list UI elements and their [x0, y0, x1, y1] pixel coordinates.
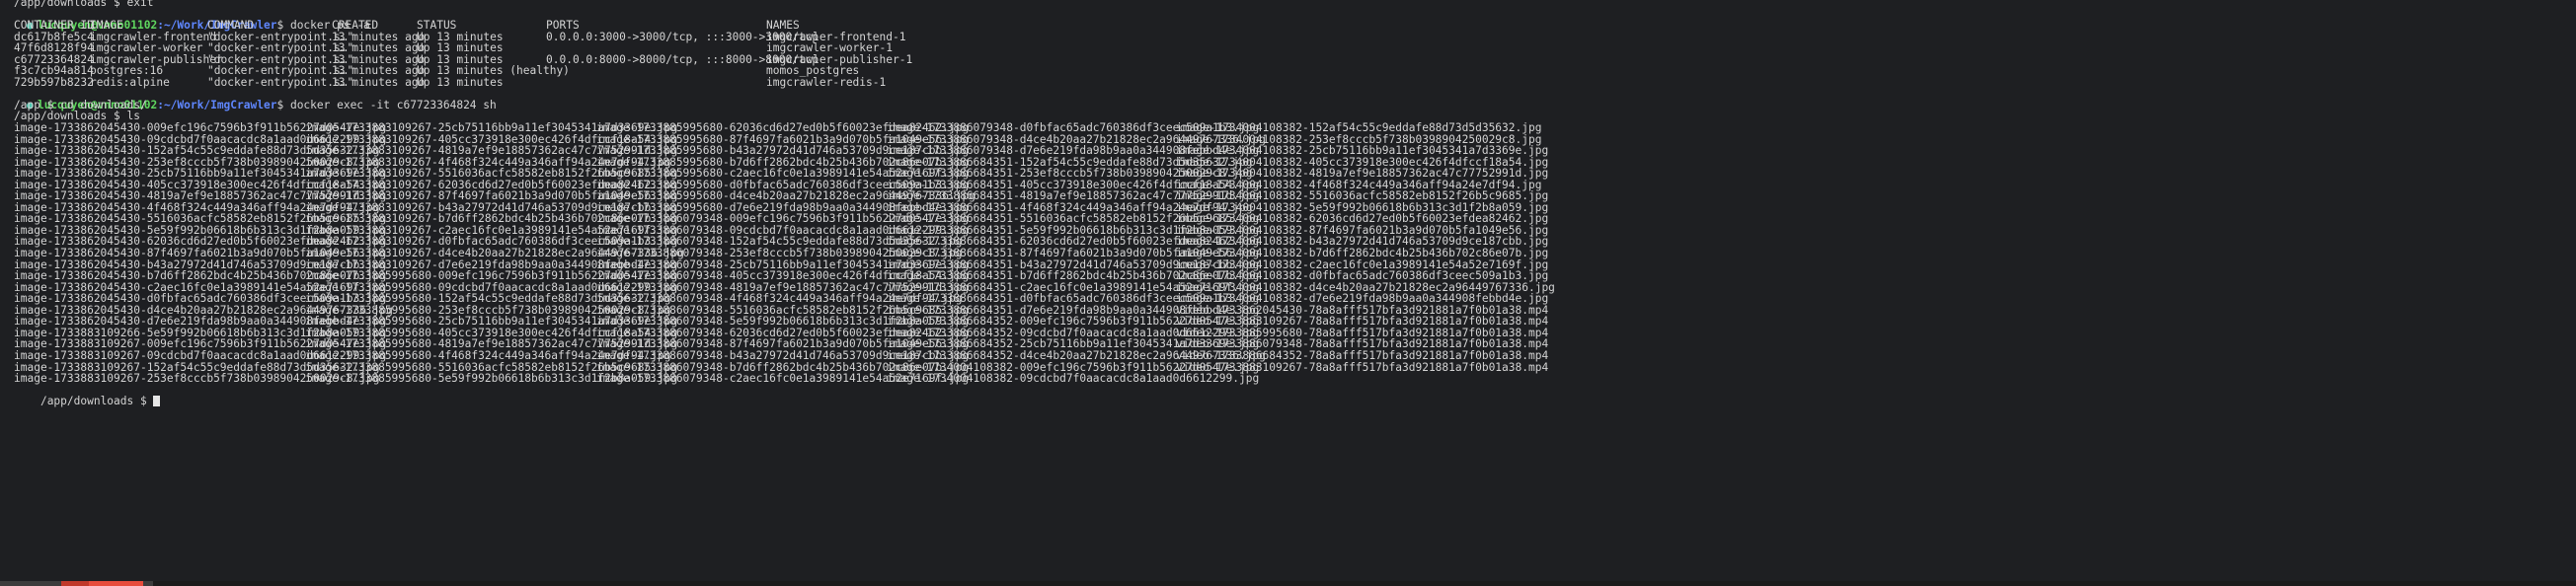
ps-header-command: COMMAND	[207, 19, 255, 33]
ps-header-names: NAMES	[766, 19, 800, 33]
ps-header-id: CONTAINER ID	[14, 19, 94, 33]
status-bar	[0, 581, 2576, 586]
final-prompt-line[interactable]: /app/downloads $	[0, 385, 2576, 406]
ls-file-name: image-1734004108382-152af54c55c9eddafe88…	[1176, 121, 1542, 135]
ls-file-name: video-1733886684352-78a8afff517bfa3d9218…	[1176, 348, 1549, 362]
ls-row: image-1733862045430-87f4697fa6021b3a9d07…	[0, 248, 2576, 259]
ps-cell-image: imgcrawler-worker	[90, 41, 203, 55]
prompt-line-ps: ● lucquyen@vnno01102:~/Work/ImgCrawler$ d…	[0, 9, 2576, 32]
shell-line-cd: /app $ cd downloads/	[14, 98, 147, 111]
ps-cell-id: 47f6d8128f94	[14, 41, 94, 55]
ps-cell-created: 13 minutes ago	[332, 75, 426, 89]
ls-file-name: image-1734004108382-d0fbfac65adc760386df…	[1176, 269, 1549, 283]
ps-cell-id: 729b597b8232	[14, 75, 94, 89]
ps-cell-status: Up 13 minutes	[417, 41, 504, 55]
ps-row: 729b597b8232 redis:alpine "docker-entryp…	[0, 77, 2576, 89]
ps-row: 47f6d8128f94 imgcrawler-worker "docker-e…	[0, 42, 2576, 54]
ps-cell-names: imgcrawler-redis-1	[766, 75, 887, 89]
ls-file-name: image-1734004108382-09cdcbd7f0aacacdc8a1…	[887, 372, 1260, 386]
ls-output: image-1733862045430-009efc196c7596b3f911…	[0, 122, 2576, 385]
ps-header-ports: PORTS	[546, 19, 580, 33]
ls-row: image-1733862045430-009efc196c7596b3f911…	[0, 122, 2576, 134]
ls-file-name: image-1734004108382-25cb75116bb9a11ef304…	[1176, 144, 1549, 158]
ps-cell-names: imgcrawler-worker-1	[766, 41, 893, 55]
ps-header-image: IMAGE	[90, 19, 123, 33]
prompt-line-exec: ● lucquyen@vnno01102:~/Work/ImgCrawler$ d…	[0, 88, 2576, 111]
ls-row: image-1733862045430-152af54c55c9eddafe88…	[0, 145, 2576, 157]
status-segment	[0, 581, 61, 586]
status-segment	[89, 581, 143, 586]
ps-cell-image: redis:alpine	[90, 75, 170, 89]
ps-header-row: CONTAINER ID IMAGE COMMAND CREATED STATU…	[0, 20, 2576, 32]
status-segment	[143, 581, 153, 586]
final-prompt-text: /app/downloads $	[39, 395, 154, 408]
ls-row: image-1733883109267-253ef8cccb5f738b0398…	[0, 373, 2576, 385]
ps-header-created: CREATED	[332, 19, 379, 33]
ps-header-status: STATUS	[417, 19, 457, 33]
output-line-exit: /app/downloads $ exit	[14, 0, 154, 9]
ps-cell-created: 13 minutes ago	[332, 41, 426, 55]
ps-cell-status: Up 13 minutes	[417, 75, 504, 89]
ls-file-name: image-1734004108382-b7d6ff2862bdc4b25b43…	[1176, 247, 1549, 260]
terminal-window[interactable]: /app/downloads $ exit ● lucquyen@vnno0110…	[0, 0, 2576, 579]
ls-row: image-1733883109267-09cdcbd7f0aacacdc8a1…	[0, 350, 2576, 362]
status-segment	[61, 581, 89, 586]
text-cursor	[153, 396, 161, 407]
ls-row: image-1733862045430-b7d6ff2862bdc4b25b43…	[0, 270, 2576, 282]
